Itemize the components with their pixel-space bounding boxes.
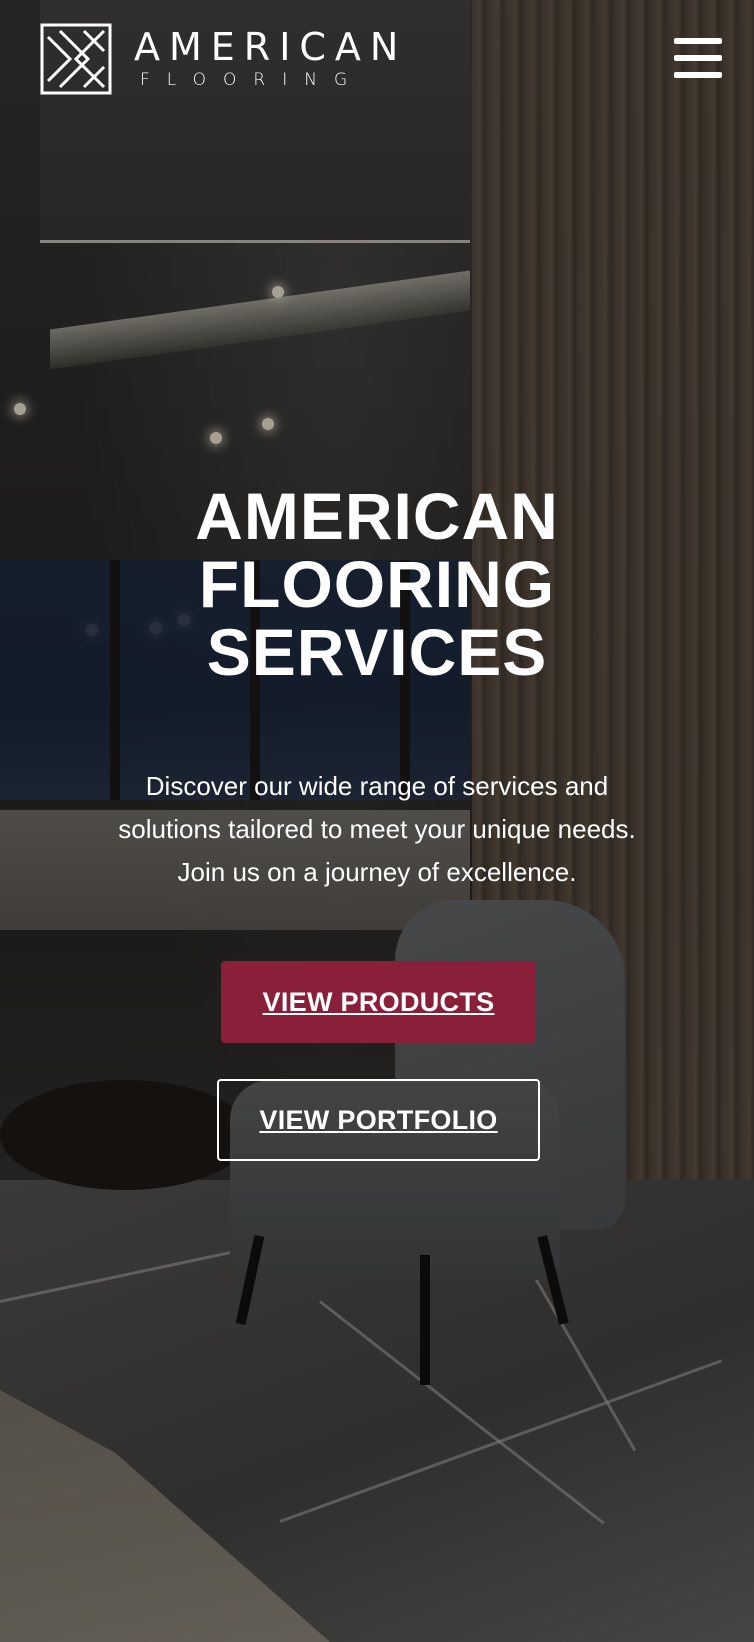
hero-subtitle-line: Discover our wide range of services and [145, 771, 609, 801]
logo-link[interactable]: AMERICAN FLOORING [40, 22, 407, 96]
logo-wordmark: AMERICAN FLOORING [134, 27, 407, 91]
site-header: AMERICAN FLOORING [0, 0, 754, 110]
diamond-arrow-logo-icon [40, 23, 112, 95]
logo-word-flooring: FLOORING [140, 70, 365, 90]
hamburger-menu-icon [674, 38, 722, 78]
logo-word-american: AMERICAN [134, 25, 408, 69]
hero-title-line: AMERICAN [195, 479, 559, 553]
hero-subtitle-line: solutions tailored to meet your unique n… [118, 814, 636, 844]
hero-section: AMERICAN FLOORING AMERICAN FLOORING SERV… [0, 0, 754, 1642]
hero-title-line: FLOORING [198, 547, 556, 621]
hamburger-menu-button[interactable] [674, 36, 722, 80]
hero-title-line: SERVICES [206, 615, 548, 689]
view-portfolio-button[interactable]: VIEW PORTFOLIO [217, 1079, 540, 1161]
view-products-button[interactable]: VIEW PRODUCTS [221, 961, 536, 1043]
hero-subtitle: Discover our wide range of services and … [77, 765, 677, 894]
hero-title: AMERICAN FLOORING SERVICES [0, 482, 754, 686]
hero-subtitle-line: Join us on a journey of excellence. [177, 857, 577, 887]
